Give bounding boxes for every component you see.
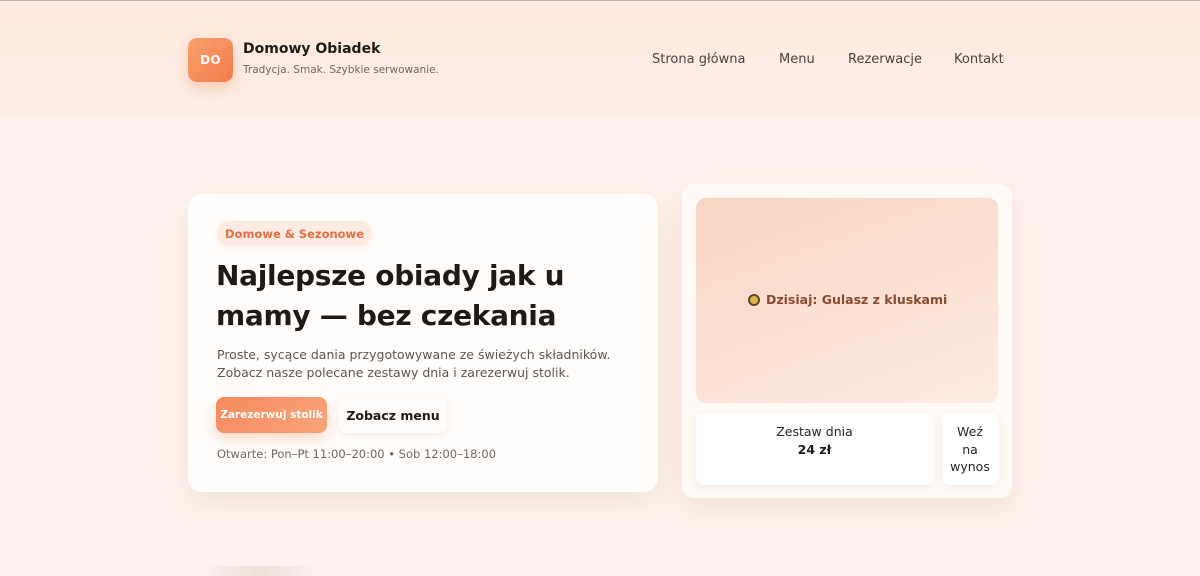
main-nav: Strona główna Menu Rezerwacje Kontakt [0, 52, 1200, 72]
next-section-heading-fade [200, 566, 320, 576]
hero-title: Najlepsze obiady jak u mamy — bez czekan… [216, 256, 646, 336]
today-dish-text: Dzisiaj: Gulasz z kluskami [766, 292, 948, 307]
nav-link-contact[interactable]: Kontakt [954, 52, 1004, 67]
nav-link-home[interactable]: Strona główna [652, 52, 745, 67]
hero-description: Proste, sycące dania przygotowywane ze ś… [217, 346, 637, 382]
nav-link-menu[interactable]: Menu [779, 52, 815, 67]
takeaway-text-line2: na [962, 441, 978, 457]
opening-hours: Otwarte: Pon–Pt 11:00–20:00 • Sob 12:00–… [217, 447, 497, 461]
takeaway-text-line3: wynos [950, 459, 990, 474]
today-dish-label: Dzisiaj: Gulasz z kluskami [748, 292, 947, 307]
reserve-table-button[interactable]: Zarezerwuj stolik [216, 397, 327, 433]
hero-description-line2: Zobacz nasze polecane zestawy dnia i zar… [217, 365, 570, 380]
hero-description-line1: Proste, sycące dania przygotowywane ze ś… [217, 347, 611, 362]
takeaway-option[interactable]: Weź na wynos [942, 413, 998, 485]
takeaway-text-line1: Weź [957, 424, 983, 439]
hero-title-line1: Najlepsze obiady jak u [216, 259, 565, 292]
set-of-the-day-box: Zestaw dnia 24 zł [696, 413, 933, 485]
category-badge: Domowe & Sezonowe [217, 221, 372, 246]
set-price: 24 zł [797, 442, 832, 457]
view-menu-button[interactable]: Zobacz menu [339, 397, 447, 433]
hero-title-line2: mamy — bez czekania [216, 299, 557, 332]
dish-icon [748, 293, 760, 306]
nav-link-reservations[interactable]: Rezerwacje [848, 52, 922, 67]
site-header: DO Domowy Obiadek Tradycja. Smak. Szybki… [0, 1, 1200, 118]
set-label: Zestaw dnia [776, 424, 853, 439]
